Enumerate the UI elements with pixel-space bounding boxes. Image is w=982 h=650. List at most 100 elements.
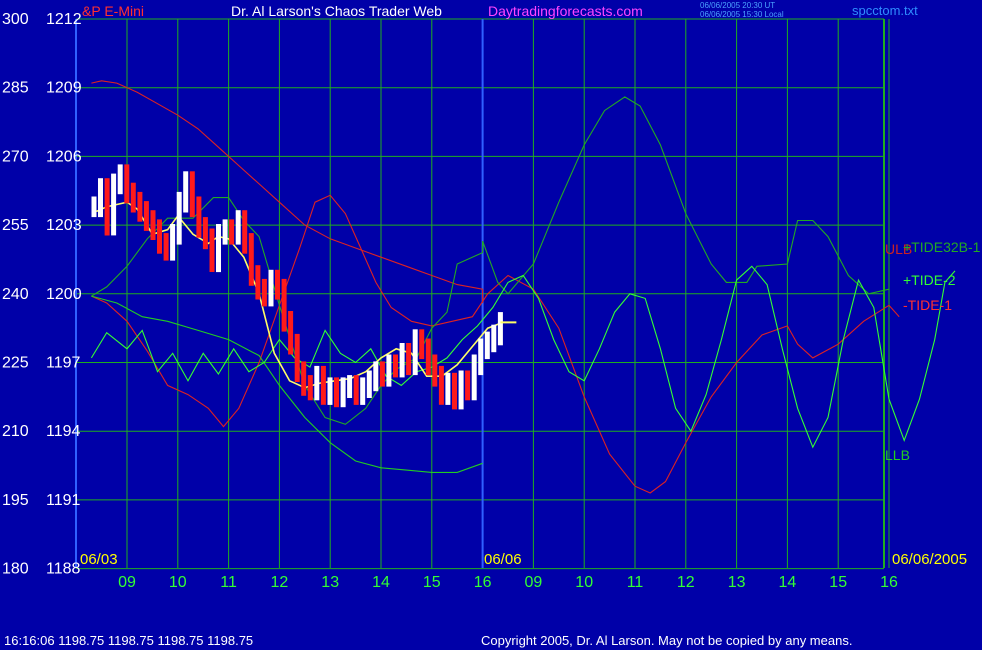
x-tick-label: 11: [220, 574, 237, 591]
price-bar: [176, 191, 182, 245]
instrument-label: &P E-Mini: [82, 3, 144, 19]
price-bar: [425, 338, 431, 376]
legend-tide32b: +TIDE32B-1: [903, 239, 981, 255]
chart-axes: 300 1212285 1209270 1206255 1203240 1200225 11…: [2, 11, 898, 591]
y-tick-price: 1209: [46, 80, 82, 97]
price-bar: [275, 269, 280, 300]
x-tick-label: 09: [525, 574, 543, 591]
price-bar: [366, 370, 372, 398]
price-bar: [111, 173, 117, 236]
price-bar: [189, 171, 195, 218]
price-bar: [406, 343, 412, 376]
y-tick-left: 285: [2, 80, 29, 97]
price-bar: [379, 361, 385, 387]
price-bar: [484, 331, 490, 360]
price-bar: [373, 361, 379, 392]
y-tick-price: 1203: [46, 217, 82, 234]
date-label-left: 06/03: [80, 551, 118, 568]
price-bar: [294, 333, 300, 382]
price-bar: [117, 164, 123, 195]
price-bar: [360, 377, 366, 405]
y-tick-price: 1197: [46, 355, 81, 372]
price-bar: [497, 312, 503, 346]
price-bar: [137, 191, 143, 222]
price-bar: [98, 178, 103, 218]
y-tick-price: 1191: [46, 492, 81, 509]
price-bar: [471, 354, 477, 401]
y-tick-price: 1188: [46, 561, 81, 578]
legend-llb: LLB: [885, 447, 910, 463]
price-bar: [104, 178, 110, 236]
price-bar: [399, 343, 405, 378]
x-tick-label: 16: [880, 574, 898, 591]
x-tick-label: 11: [627, 574, 644, 591]
copyright-notice: Copyright 2005, Dr. Al Larson. May not b…: [481, 633, 853, 648]
price-bar: [353, 375, 359, 405]
site-link[interactable]: Daytradingforecasts.com: [488, 3, 643, 19]
x-tick-label: 12: [271, 574, 289, 591]
price-bar: [183, 171, 189, 213]
x-tick-label: 12: [677, 574, 695, 591]
price-bar: [124, 164, 130, 204]
price-bar: [347, 375, 353, 398]
legend-tide2: +TIDE-2: [903, 272, 956, 288]
price-bar: [91, 196, 97, 218]
price-bar: [222, 219, 228, 245]
price-bar: [491, 324, 497, 353]
price-bar: [268, 269, 274, 307]
data-filename: spcctom.txt: [852, 3, 918, 18]
price-bar: [216, 224, 221, 273]
y-tick-price: 1206: [46, 148, 82, 165]
price-bar: [242, 210, 248, 254]
x-tick-label: 09: [118, 574, 136, 591]
x-tick-label: 10: [169, 574, 187, 591]
price-bar: [393, 354, 398, 378]
price-bar: [150, 210, 156, 240]
date-label-right: 06/06/2005: [892, 551, 968, 568]
price-bar: [163, 233, 169, 261]
price-bar: [255, 265, 261, 300]
y-tick-left: 195: [2, 492, 29, 509]
date-label-middle: 06/06: [484, 551, 522, 568]
price-bar: [209, 228, 215, 272]
price-bar: [288, 311, 294, 355]
x-tick-label: 14: [372, 574, 390, 591]
page-title: Dr. Al Larson's Chaos Trader Web: [231, 3, 442, 19]
price-bar: [157, 219, 162, 254]
price-bar: [386, 354, 392, 387]
price-bar: [438, 365, 444, 405]
price-bar: [445, 372, 451, 405]
price-bar: [412, 329, 418, 376]
y-tick-left: 240: [2, 286, 29, 303]
price-bar: [281, 278, 287, 332]
status-readout: 16:16:06 1198.75 1198.75 1198.75 1198.75: [4, 633, 254, 648]
price-bar: [334, 377, 339, 408]
price-bar: [458, 370, 464, 410]
price-bar: [307, 375, 313, 401]
price-bar: [235, 210, 241, 245]
y-tick-price: 1200: [46, 286, 82, 303]
timestamp-local: 06/06/2005 15:30 Local: [700, 10, 784, 19]
series-llb: [91, 295, 483, 473]
price-bar: [320, 365, 326, 405]
y-tick-left: 180: [2, 561, 29, 578]
x-tick-label: 10: [575, 574, 593, 591]
y-tick-price: 1194: [46, 423, 81, 440]
x-tick-label: 15: [829, 574, 847, 591]
x-tick-label: 13: [321, 574, 339, 591]
price-bar: [340, 377, 346, 408]
price-bar: [248, 233, 254, 286]
x-tick-label: 15: [423, 574, 441, 591]
y-tick-left: 270: [2, 148, 29, 165]
series-ulb: [91, 80, 484, 303]
price-bar: [327, 377, 333, 405]
price-bar: [432, 354, 438, 387]
timestamp-ut: 06/06/2005 20:30 UT: [700, 1, 776, 10]
y-tick-left: 300: [2, 11, 29, 28]
price-bar: [130, 182, 136, 213]
x-tick-label: 13: [728, 574, 746, 591]
price-bar: [229, 219, 235, 245]
x-tick-label: 14: [779, 574, 797, 591]
price-bar: [196, 196, 202, 238]
price-bar: [314, 365, 320, 401]
